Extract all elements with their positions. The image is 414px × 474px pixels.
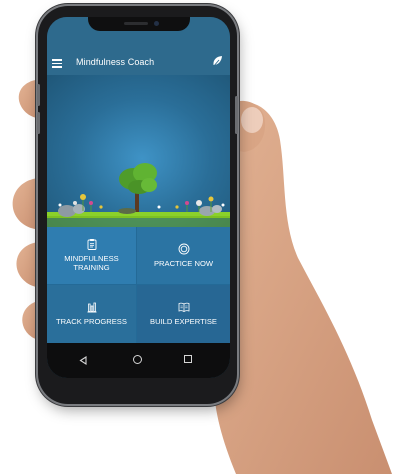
flower bbox=[157, 205, 161, 209]
tile-label: TRAINING bbox=[73, 263, 110, 272]
flower bbox=[58, 203, 62, 207]
practice-now-tile[interactable]: PRACTICE NOW bbox=[137, 227, 230, 285]
side-button bbox=[235, 96, 238, 134]
back-triangle-icon[interactable] bbox=[79, 356, 87, 365]
clipboard-icon bbox=[87, 239, 96, 251]
flower bbox=[89, 201, 93, 205]
flower bbox=[196, 200, 202, 206]
tile-label: PRACTICE NOW bbox=[153, 258, 214, 268]
tree-illustration bbox=[119, 163, 157, 212]
flower bbox=[208, 196, 214, 202]
tile-label: BUILD EXPERTISE bbox=[150, 317, 217, 327]
front-camera bbox=[154, 21, 159, 26]
hero-illustration bbox=[47, 75, 230, 227]
rock bbox=[118, 208, 136, 214]
target-icon bbox=[178, 243, 189, 255]
phone-notch bbox=[88, 17, 190, 31]
menu-grid: MINDFULNESS TRAINING PRACTICE NOW TRACK … bbox=[47, 227, 230, 343]
speaker-grille bbox=[124, 22, 148, 25]
mindfulness-training-tile[interactable]: MINDFULNESS TRAINING bbox=[47, 227, 137, 285]
flower bbox=[175, 205, 179, 209]
flower bbox=[80, 194, 86, 200]
app-title: Mindfulness Coach bbox=[76, 57, 155, 67]
tile-label: TRACK PROGRESS bbox=[56, 317, 127, 327]
build-expertise-tile[interactable]: BUILD EXPERTISE bbox=[137, 285, 230, 343]
volume-up-button bbox=[37, 84, 40, 106]
recent-square-icon[interactable] bbox=[184, 355, 192, 363]
flower bbox=[185, 201, 189, 205]
home-circle-icon[interactable] bbox=[133, 355, 142, 364]
track-progress-tile[interactable]: TRACK PROGRESS bbox=[47, 285, 137, 343]
android-nav-bar bbox=[47, 343, 230, 378]
phone-screen: Mindfulness Coach MINDFULNESS TRAINING P… bbox=[47, 17, 230, 378]
rock bbox=[58, 205, 76, 217]
flower bbox=[221, 203, 225, 207]
rock bbox=[212, 205, 222, 213]
flower bbox=[73, 201, 77, 205]
bar-chart-icon bbox=[87, 302, 96, 313]
flower bbox=[99, 205, 103, 209]
volume-down-button bbox=[37, 112, 40, 134]
leaf-icon[interactable] bbox=[211, 55, 224, 68]
book-icon bbox=[178, 302, 189, 313]
menu-icon[interactable] bbox=[52, 59, 62, 68]
